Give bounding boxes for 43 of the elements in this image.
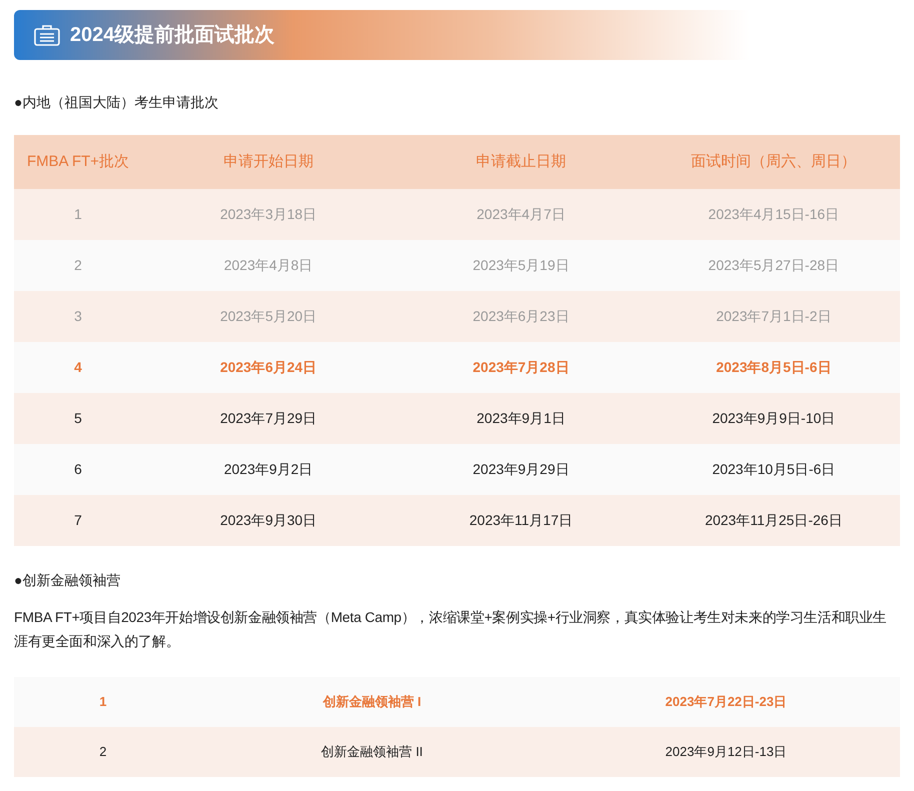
table-cell-text: 2023年9月30日 <box>219 511 318 530</box>
table-cell-text: 2023年7月1日-2日 <box>715 307 832 326</box>
table-cell-text: 2023年6月23日 <box>472 307 570 326</box>
table-cell-text: 2023年7月28日 <box>472 358 570 377</box>
section-heading: ●创新金融领袖营 <box>14 571 122 590</box>
table-cell-text: 2023年7月29日 <box>219 409 318 428</box>
banner-title: 2024级提前批面试批次 <box>70 23 274 48</box>
description-paragraph: FMBA FT+项目自2023年开始增设创新金融领袖营（Meta Camp），浓缩课堂+案例实操+行业洞察，真实体验让考生对未来的学习生活和职业生涯有更全面和深入的了解。 <box>14 608 888 651</box>
column-header: 申请截止日期 <box>475 152 567 172</box>
table-cell-text: 2023年9月1日 <box>476 409 566 428</box>
table-cell-text: 2023年5月20日 <box>219 307 318 326</box>
column-header: 面试时间（周六、周日） <box>690 152 858 172</box>
table-cell-text: 4 <box>73 358 83 377</box>
column-header: FMBA FT+批次 <box>26 152 130 172</box>
table-cell-text: 2023年7月22日-23日 <box>664 693 788 712</box>
table-cell-text: 2023年4月7日 <box>476 205 566 224</box>
table-cell-text: 2023年9月12日-13日 <box>664 743 788 762</box>
table-cell-text: 2023年8月5日-6日 <box>715 358 832 377</box>
table-cell-text: 2023年5月19日 <box>472 256 570 275</box>
table-cell-text: 创新金融领袖营 I <box>322 693 422 712</box>
briefcase-icon <box>34 24 60 46</box>
table-cell-text: 7 <box>73 511 83 530</box>
table-cell-text: 3 <box>73 307 83 326</box>
table-cell-text: 2023年9月29日 <box>472 460 570 479</box>
table-cell-text: 2023年6月24日 <box>219 358 318 377</box>
table-cell-text: 2 <box>98 743 108 762</box>
table-cell-text: 6 <box>73 460 83 479</box>
table-cell-text: 1 <box>98 693 108 712</box>
column-header: 申请开始日期 <box>222 152 314 172</box>
table-cell-text: 2023年11月17日 <box>468 511 574 530</box>
table-cell-text: 2023年3月18日 <box>219 205 318 224</box>
section-heading: ●内地（祖国大陆）考生申请批次 <box>14 93 220 112</box>
table-cell-text: 2023年9月9日-10日 <box>711 409 836 428</box>
table-cell-text: 2023年11月25日-26日 <box>704 511 844 530</box>
table-cell-text: 2023年10月5日-6日 <box>711 460 836 479</box>
table-cell-text: 2023年4月8日 <box>222 256 314 275</box>
table-cell-text: 2023年9月2日 <box>222 460 314 479</box>
table-cell-text: 创新金融领袖营 II <box>320 743 424 762</box>
table-cell-text: 2023年5月27日-28日 <box>707 256 840 275</box>
table-cell-text: 5 <box>73 409 83 428</box>
table-cell-text: 2 <box>73 256 83 275</box>
table-cell-text: 2023年4月15日-16日 <box>707 205 840 224</box>
table-cell-text: 1 <box>73 205 83 224</box>
